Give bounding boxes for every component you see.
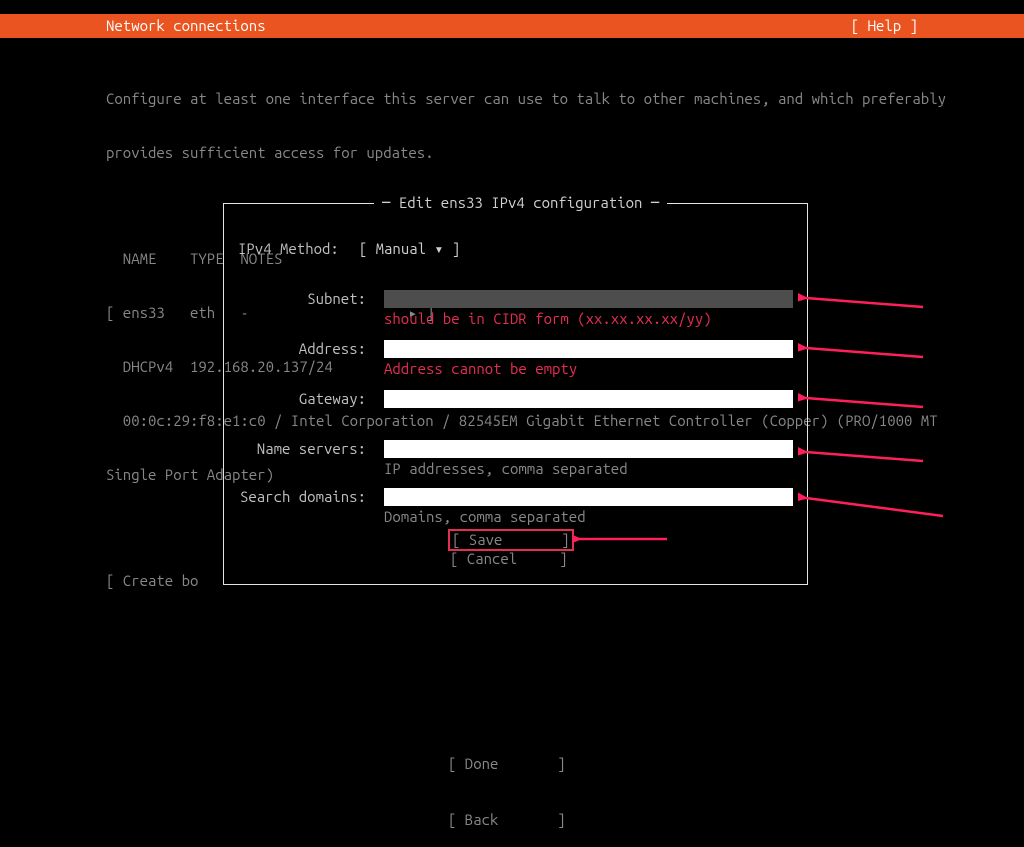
address-label: Address: (238, 340, 366, 358)
done-button[interactable]: [ Done ] (448, 755, 566, 773)
intro-line-1: Configure at least one interface this se… (106, 90, 918, 108)
name-servers-input[interactable] (384, 440, 793, 458)
gateway-input[interactable] (384, 390, 793, 408)
search-domains-row: Search domains: (238, 488, 793, 506)
footer-buttons: [ Done ] [ Back ] (448, 719, 566, 847)
address-input[interactable] (384, 340, 793, 358)
address-row: Address: (238, 340, 793, 358)
cancel-button[interactable]: [ Cancel ] (450, 550, 568, 568)
dialog-title: ─ Edit ens33 IPv4 configuration ─ (374, 194, 667, 212)
search-domains-label: Search domains: (238, 488, 366, 506)
intro-line-2: provides sufficient access for updates. (106, 144, 918, 162)
search-domains-hint: Domains, comma separated (384, 508, 586, 526)
subnet-hint: should be in CIDR form (xx.xx.xx.xx/yy) (384, 310, 712, 328)
title-bar: Network connections [ Help ] (0, 14, 1024, 38)
ipv4-config-dialog: ─ Edit ens33 IPv4 configuration ─ IPv4 M… (223, 203, 808, 585)
gateway-label: Gateway: (238, 390, 366, 408)
ipv4-method-row: IPv4 Method: [ Manual ▾ ] (238, 240, 460, 258)
gateway-row: Gateway: (238, 390, 793, 408)
ipv4-method-label: IPv4 Method: (238, 240, 339, 258)
back-button[interactable]: [ Back ] (448, 811, 566, 829)
name-servers-label: Name servers: (238, 440, 366, 458)
subnet-row: Subnet: (238, 290, 793, 308)
ipv4-method-select[interactable]: [ Manual ▾ ] (359, 240, 460, 258)
name-servers-hint: IP addresses, comma separated (384, 460, 628, 478)
subnet-label: Subnet: (238, 290, 366, 308)
help-button[interactable]: [ Help ] (851, 17, 918, 35)
address-hint: Address cannot be empty (384, 360, 577, 378)
name-servers-row: Name servers: (238, 440, 793, 458)
subnet-input[interactable] (384, 290, 793, 308)
page-title: Network connections (106, 17, 266, 35)
search-domains-input[interactable] (384, 488, 793, 506)
save-button[interactable]: [ Save ] (448, 529, 574, 551)
